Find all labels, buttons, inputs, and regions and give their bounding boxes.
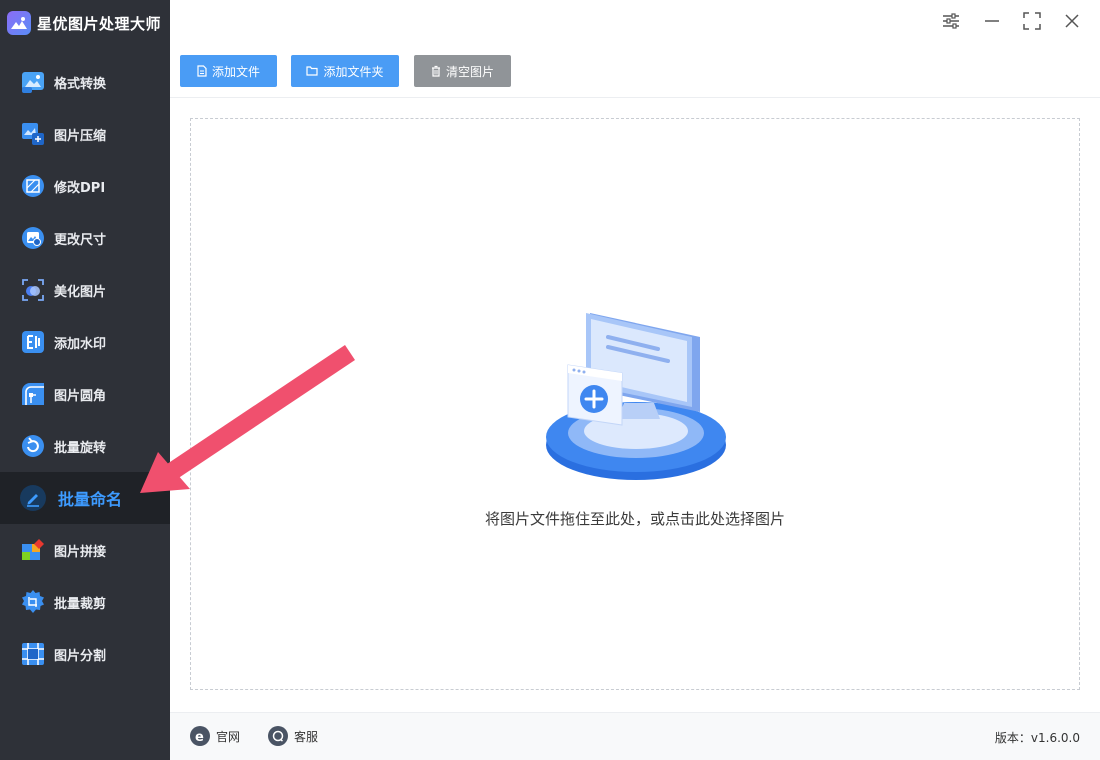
sidebar-item-collage[interactable]: 图片拼接 (0, 524, 170, 576)
close-button[interactable] (1059, 10, 1085, 36)
drop-zone-hint: 将图片文件拖住至此处，或点击此处选择图片 (484, 510, 785, 528)
version-text: 版本：v1.6.0.0 (994, 731, 1080, 745)
rotate-icon (20, 433, 46, 459)
sidebar-item-resize[interactable]: 更改尺寸 (0, 212, 170, 264)
sidebar-item-crop[interactable]: 批量裁剪 (0, 576, 170, 628)
split-icon (20, 641, 46, 667)
clear-images-button[interactable]: 清空图片 (414, 55, 511, 87)
app-name: 星优图片处理大师 (37, 14, 162, 33)
add-file-label: 添加文件 (211, 64, 260, 79)
rounded-corner-icon (20, 381, 46, 407)
sidebar-item-label: 批量命名 (58, 490, 123, 509)
support-link[interactable]: 客服 (268, 726, 318, 746)
sidebar-item-label: 图片圆角 (54, 388, 107, 404)
website-label: 官网 (216, 729, 241, 744)
sidebar-item-rename[interactable]: 批量命名 (0, 472, 170, 524)
image-compress-icon (20, 121, 46, 147)
footer: e 官网 客服 版本：v1.6.0.0 (170, 712, 1100, 760)
sidebar-item-split[interactable]: 图片分割 (0, 628, 170, 680)
image-convert-icon (20, 69, 46, 95)
sidebar-item-format-convert[interactable]: 格式转换 (0, 56, 170, 108)
minimize-button[interactable] (979, 10, 1005, 36)
resize-icon (20, 225, 46, 251)
sidebar-item-label: 格式转换 (54, 76, 107, 92)
file-icon (197, 65, 207, 77)
close-icon (1064, 13, 1080, 33)
title-bar-blank-area (750, 6, 930, 44)
sidebar-item-label: 美化图片 (54, 284, 107, 300)
sidebar-item-rotate[interactable]: 批量旋转 (0, 420, 170, 472)
chat-icon (268, 726, 288, 746)
collage-icon (20, 537, 46, 563)
support-label: 客服 (294, 729, 319, 744)
settings-button[interactable] (938, 10, 964, 36)
monitor-add-icon (546, 307, 726, 486)
sidebar-item-label: 添加水印 (54, 336, 107, 352)
sidebar-item-label: 更改尺寸 (54, 232, 107, 248)
toolbar: 添加文件 添加文件夹 清空图片 (170, 46, 1100, 98)
sidebar-item-label: 批量旋转 (54, 440, 107, 456)
minimize-icon (984, 13, 1000, 33)
beautify-icon (20, 277, 46, 303)
sidebar-item-label: 图片分割 (54, 648, 107, 664)
sidebar-item-watermark[interactable]: 添加水印 (0, 316, 170, 368)
folder-icon (306, 66, 319, 76)
maximize-icon (1023, 12, 1041, 34)
rename-icon (20, 485, 46, 511)
app-logo-icon (7, 11, 31, 35)
image-drop-zone[interactable]: 将图片文件拖住至此处，或点击此处选择图片 (190, 118, 1080, 690)
add-folder-label: 添加文件夹 (323, 64, 384, 79)
maximize-button[interactable] (1019, 10, 1045, 36)
sidebar: 星优图片处理大师 格式转换 图片压缩 修改DPI 更改尺寸 美化图片 添加水印 … (0, 0, 170, 760)
watermark-icon (20, 329, 46, 355)
sidebar-menu: 格式转换 图片压缩 修改DPI 更改尺寸 美化图片 添加水印 图片圆角 批量旋转… (0, 56, 170, 680)
sidebar-item-label: 修改DPI (54, 180, 106, 196)
clear-images-label: 清空图片 (445, 64, 494, 79)
svg-text:e: e (195, 730, 204, 743)
sidebar-item-image-compress[interactable]: 图片压缩 (0, 108, 170, 160)
sliders-icon (942, 13, 960, 33)
website-link[interactable]: e 官网 (190, 726, 240, 746)
sidebar-item-label: 批量裁剪 (54, 596, 107, 612)
sidebar-item-label: 图片拼接 (54, 544, 107, 560)
sidebar-item-rounded-corner[interactable]: 图片圆角 (0, 368, 170, 420)
trash-icon (431, 65, 441, 77)
sidebar-item-beautify[interactable]: 美化图片 (0, 264, 170, 316)
sidebar-item-label: 图片压缩 (54, 128, 107, 144)
title-bar (170, 0, 1100, 46)
browser-e-icon: e (190, 726, 210, 746)
add-file-button[interactable]: 添加文件 (180, 55, 277, 87)
crop-icon (20, 589, 46, 615)
dpi-icon (20, 173, 46, 199)
sidebar-item-dpi[interactable]: 修改DPI (0, 160, 170, 212)
add-folder-button[interactable]: 添加文件夹 (291, 55, 399, 87)
app-title-bar: 星优图片处理大师 (0, 0, 170, 46)
